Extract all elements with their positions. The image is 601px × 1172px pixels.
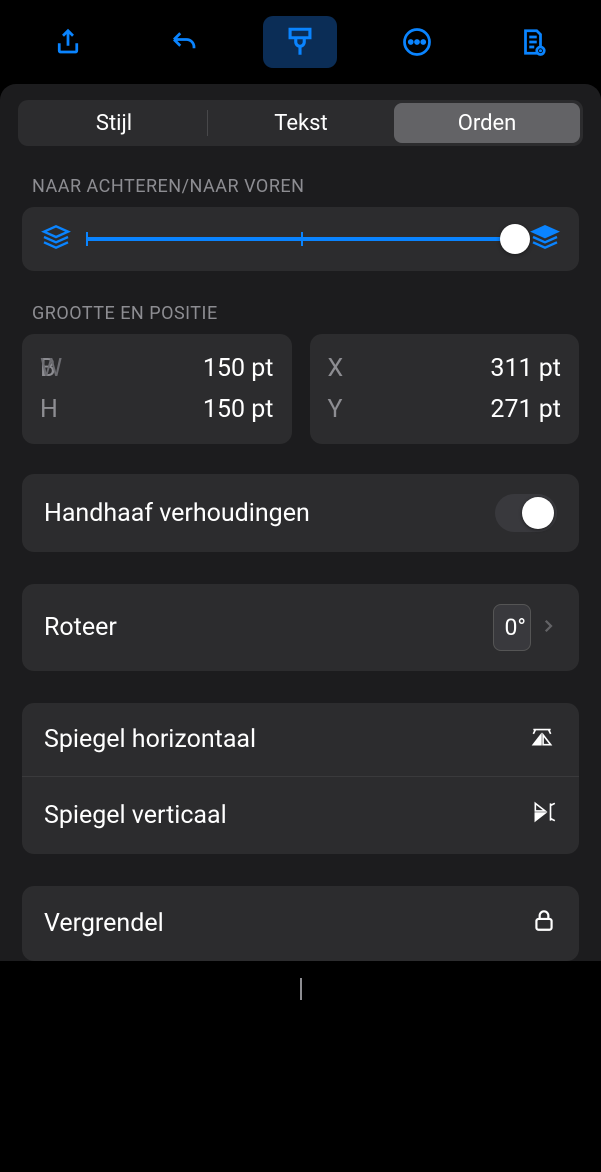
width-label: BW xyxy=(40,354,56,383)
constrain-switch[interactable] xyxy=(495,494,557,532)
rotate-card: Roteer 0° xyxy=(22,584,579,671)
rotate-row[interactable]: Roteer 0° xyxy=(22,584,579,671)
flip-horizontal-icon xyxy=(527,723,557,756)
lock-icon xyxy=(531,906,557,941)
constrain-label: Handhaaf verhoudingen xyxy=(44,499,310,528)
layer-section-label: NAAR ACHTEREN/NAAR VOREN xyxy=(32,176,569,197)
height-value: 150 pt xyxy=(203,395,274,424)
chevron-right-icon xyxy=(539,613,557,642)
flip-vertical-label: Spiegel verticaal xyxy=(44,801,227,830)
rotate-value-box[interactable]: 0° xyxy=(493,604,531,651)
lock-card: Vergrendel xyxy=(22,886,579,961)
lock-row[interactable]: Vergrendel xyxy=(22,886,579,961)
size-pos-section-label: GROOTTE EN POSITIE xyxy=(32,303,569,324)
position-card[interactable]: X 311 pt Y 271 pt xyxy=(310,334,580,444)
layer-slider[interactable] xyxy=(86,237,515,241)
share-button[interactable] xyxy=(31,16,105,68)
format-tabs: Stijl Tekst Orden xyxy=(18,100,583,146)
document-settings-button[interactable] xyxy=(496,16,570,68)
width-value: 150 pt xyxy=(203,354,274,383)
y-label: Y xyxy=(328,395,343,424)
rotate-value: 0° xyxy=(504,614,526,641)
format-sheet: Stijl Tekst Orden NAAR ACHTEREN/NAAR VOR… xyxy=(0,84,601,961)
format-brush-button[interactable] xyxy=(263,16,337,68)
rotate-label: Roteer xyxy=(44,613,117,642)
height-label: H xyxy=(40,395,58,424)
sheet-handle[interactable] xyxy=(300,978,302,1000)
constrain-row[interactable]: Handhaaf verhoudingen xyxy=(22,474,579,552)
top-toolbar xyxy=(0,0,601,82)
size-pos-grid: BW 150 pt H 150 pt X 311 pt Y 271 pt xyxy=(22,334,579,444)
layer-slider-card xyxy=(22,207,579,271)
y-value: 271 pt xyxy=(490,395,561,424)
undo-button[interactable] xyxy=(147,16,221,68)
x-value: 311 pt xyxy=(490,354,561,383)
layers-back-icon xyxy=(40,221,72,257)
tab-arrange[interactable]: Orden xyxy=(394,103,580,143)
flip-horizontal-row[interactable]: Spiegel horizontaal xyxy=(22,703,579,776)
x-label: X xyxy=(328,354,344,383)
more-button[interactable] xyxy=(380,16,454,68)
flip-card: Spiegel horizontaal Spiegel verticaal xyxy=(22,703,579,854)
flip-horizontal-label: Spiegel horizontaal xyxy=(44,725,256,754)
slider-thumb[interactable] xyxy=(500,224,530,254)
flip-vertical-row[interactable]: Spiegel verticaal xyxy=(22,776,579,854)
size-card[interactable]: BW 150 pt H 150 pt xyxy=(22,334,292,444)
tab-text[interactable]: Tekst xyxy=(208,103,394,143)
flip-vertical-icon xyxy=(531,797,557,834)
layers-front-icon xyxy=(529,221,561,257)
tab-style[interactable]: Stijl xyxy=(21,103,207,143)
constrain-card: Handhaaf verhoudingen xyxy=(22,474,579,552)
lock-label: Vergrendel xyxy=(44,909,164,938)
